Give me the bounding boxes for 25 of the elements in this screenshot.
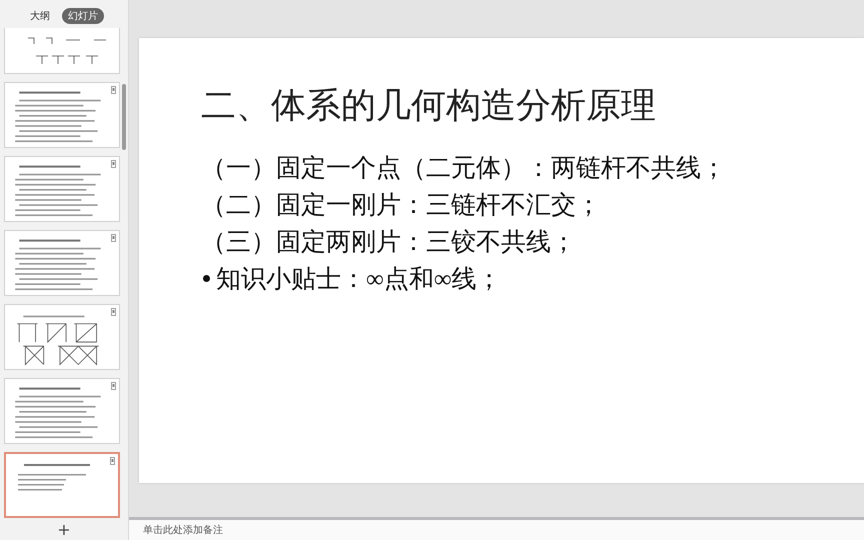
slide-thumbnail[interactable] <box>4 28 120 74</box>
slide-title: 二、体系的几何构造分析原理 <box>201 85 657 127</box>
slide-text: （一）固定一个点（二元体）：两链杆不共线； <box>201 154 726 184</box>
scrollbar[interactable] <box>122 84 126 150</box>
animation-icon <box>111 382 116 390</box>
slide-thumbnail[interactable] <box>4 378 120 444</box>
add-slide-button[interactable]: + <box>57 518 71 540</box>
slide-thumbnail[interactable] <box>4 230 120 296</box>
bullet-icon <box>203 275 210 282</box>
slide-thumbnail[interactable] <box>4 452 120 518</box>
animation-icon <box>111 308 116 316</box>
animation-icon <box>110 457 115 465</box>
animation-icon <box>111 160 116 168</box>
slide-text: 知识小贴士：∞点和∞线； <box>216 265 502 295</box>
panel-tab[interactable]: 幻灯片 <box>62 8 104 24</box>
slide-thumbnail[interactable] <box>4 82 120 148</box>
slide-text: （二）固定一刚片：三链杆不汇交； <box>201 190 601 221</box>
animation-icon <box>111 86 116 94</box>
slide-thumbnail[interactable] <box>4 304 120 370</box>
slide-text: （三）固定两刚片：三铰不共线； <box>201 228 576 258</box>
notes-placeholder[interactable]: 单击此处添加备注 <box>143 523 223 537</box>
panel-tab[interactable]: 大纲 <box>24 8 56 24</box>
slide-thumbnail-drawing <box>18 464 90 490</box>
animation-icon <box>111 234 116 242</box>
slide-thumbnail[interactable] <box>4 156 120 222</box>
